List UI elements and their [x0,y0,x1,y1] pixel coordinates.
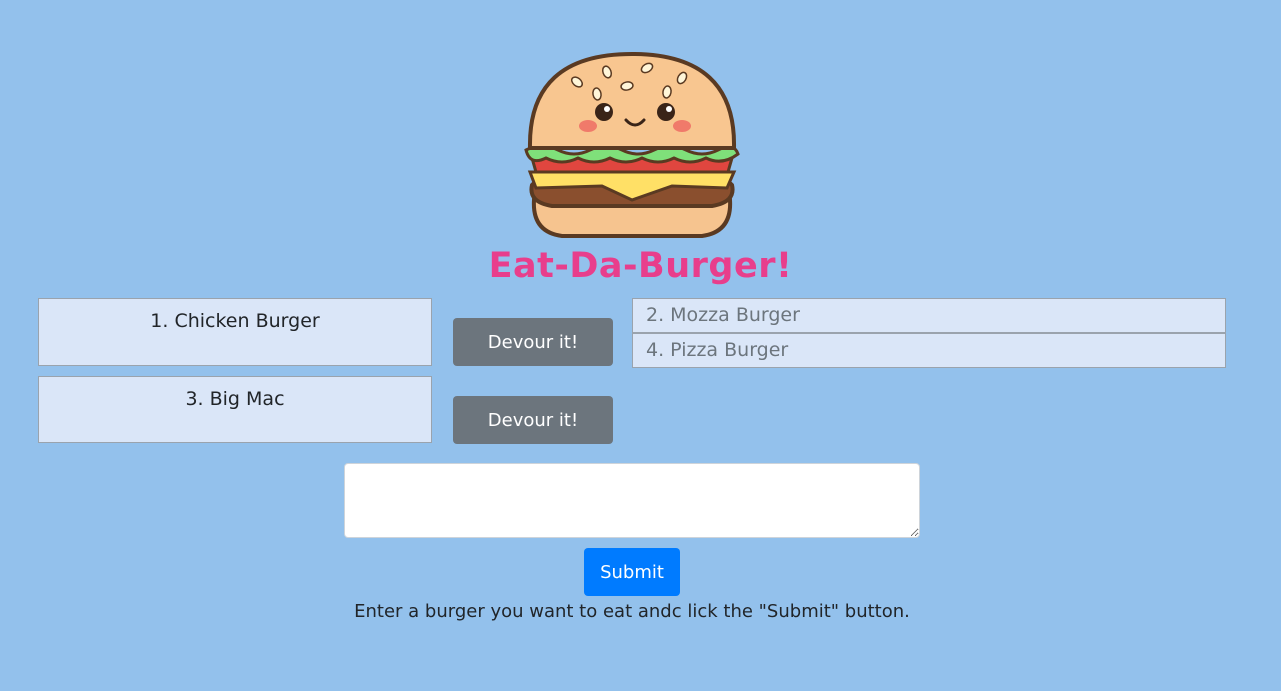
devoured-burger-item: 4. Pizza Burger [632,333,1226,368]
page-title: Eat-Da-Burger! [488,246,793,286]
instructions-text: Enter a burger you want to eat andc lick… [354,601,910,622]
burger-name-input[interactable] [344,463,920,538]
submit-button[interactable]: Submit [584,548,680,596]
burger-item: 3. Big Mac [38,376,432,443]
burger-logo-icon [524,51,740,238]
devour-button[interactable]: Devour it! [453,318,613,366]
devoured-burger-item: 2. Mozza Burger [632,298,1226,333]
burger-item: 1. Chicken Burger [38,298,432,366]
devour-button[interactable]: Devour it! [453,396,613,444]
